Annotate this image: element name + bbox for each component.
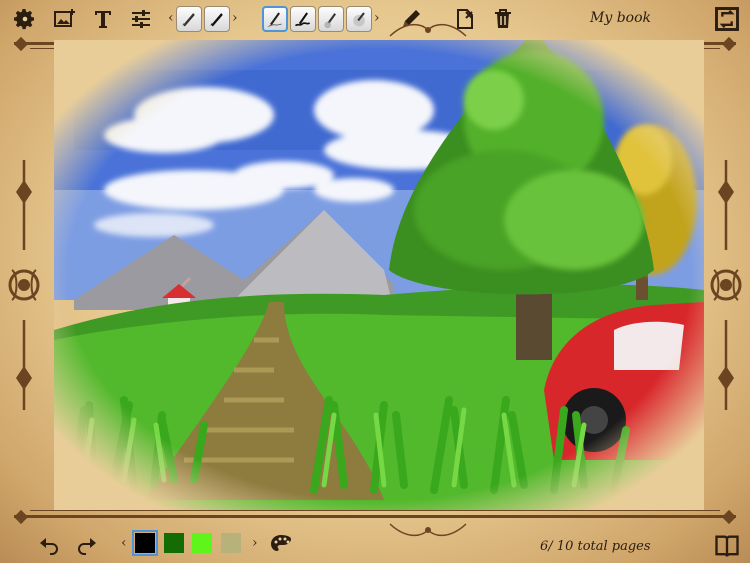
color-swatch-light-green[interactable] <box>192 533 212 553</box>
top-right-ornament <box>721 36 737 52</box>
top-left-ornament <box>13 36 29 52</box>
brush-pencil-button[interactable] <box>262 6 288 32</box>
marker-dark-brush-icon <box>210 13 223 27</box>
delete-icon[interactable] <box>490 6 516 32</box>
left-side-ornament <box>8 160 40 410</box>
swap-pages-icon[interactable] <box>712 4 742 34</box>
color-swatch-dark-green[interactable] <box>164 533 184 553</box>
insert-image-icon[interactable] <box>52 6 78 32</box>
adjust-sliders-icon[interactable] <box>128 6 154 32</box>
redo-icon[interactable] <box>74 531 100 557</box>
bottom-flourish <box>389 523 467 537</box>
book-view-icon[interactable] <box>712 531 742 561</box>
bottom-left-ornament <box>13 509 29 525</box>
page-indicator: 6/ 10 total pages <box>540 539 651 554</box>
drawing-canvas[interactable] <box>54 40 704 510</box>
settings-icon[interactable] <box>12 6 38 32</box>
marker-brush-icon <box>182 13 195 27</box>
color-swatch-khaki[interactable] <box>221 533 241 553</box>
swatch-scroll-left[interactable]: ‹ <box>121 535 127 551</box>
brush-eraser-button[interactable] <box>346 6 372 32</box>
brush-airbrush-button[interactable] <box>318 6 344 32</box>
swatch-scroll-right[interactable]: › <box>252 535 258 551</box>
airbrush-icon <box>324 13 336 29</box>
bottom-rule-thin <box>30 510 720 511</box>
right-side-ornament <box>710 160 742 410</box>
scroll-left-arrow[interactable]: ‹ <box>168 10 174 26</box>
brush-marker-dark-button[interactable] <box>204 6 230 32</box>
smudge-brush-icon <box>353 12 365 27</box>
color-swatch-black[interactable] <box>132 530 158 556</box>
text-tool-icon[interactable] <box>90 6 116 32</box>
palette-icon[interactable] <box>268 531 294 557</box>
brush-ink-button[interactable] <box>290 6 316 32</box>
scroll-right-arrow-2[interactable]: › <box>374 10 380 26</box>
scroll-right-arrow[interactable]: › <box>232 10 238 26</box>
undo-icon[interactable] <box>36 531 62 557</box>
pencil-brush-icon <box>268 12 282 27</box>
bottom-rule <box>14 515 736 518</box>
canvas-edge-fade <box>54 40 704 510</box>
brush-marker-button[interactable] <box>176 6 202 32</box>
book-title: My book <box>590 10 651 26</box>
ink-brush-icon <box>294 12 311 27</box>
page-total: / 10 total pages <box>548 539 651 554</box>
bottom-right-ornament <box>721 509 737 525</box>
top-flourish <box>389 23 467 37</box>
